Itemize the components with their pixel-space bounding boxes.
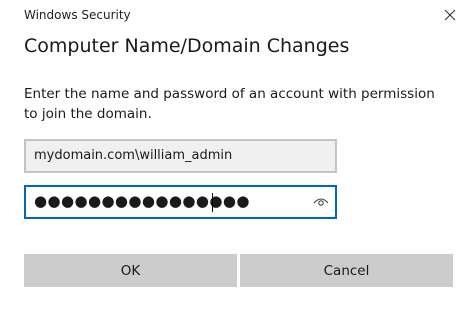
window-title: Windows Security — [24, 8, 131, 22]
username-field[interactable]: mydomain.com\william_admin — [24, 139, 337, 173]
instructions-text: Enter the name and password of an accoun… — [24, 86, 435, 122]
dialog-heading: Computer Name/Domain Changes — [24, 35, 350, 57]
ok-button[interactable]: OK — [24, 254, 237, 287]
title-bar: Windows Security — [0, 0, 474, 30]
reveal-password-button[interactable] — [313, 195, 329, 209]
text-caret — [212, 193, 213, 212]
close-icon — [444, 9, 456, 21]
windows-security-dialog: Windows Security Computer Name/Domain Ch… — [0, 0, 474, 309]
username-value: mydomain.com\william_admin — [34, 148, 233, 163]
cancel-button[interactable]: Cancel — [240, 254, 453, 287]
eye-icon — [313, 198, 329, 206]
password-value: ●●●●●●●●●●●●●●●● — [34, 192, 250, 210]
close-button[interactable] — [432, 0, 468, 30]
password-field[interactable]: ●●●●●●●●●●●●●●●● — [24, 185, 337, 219]
